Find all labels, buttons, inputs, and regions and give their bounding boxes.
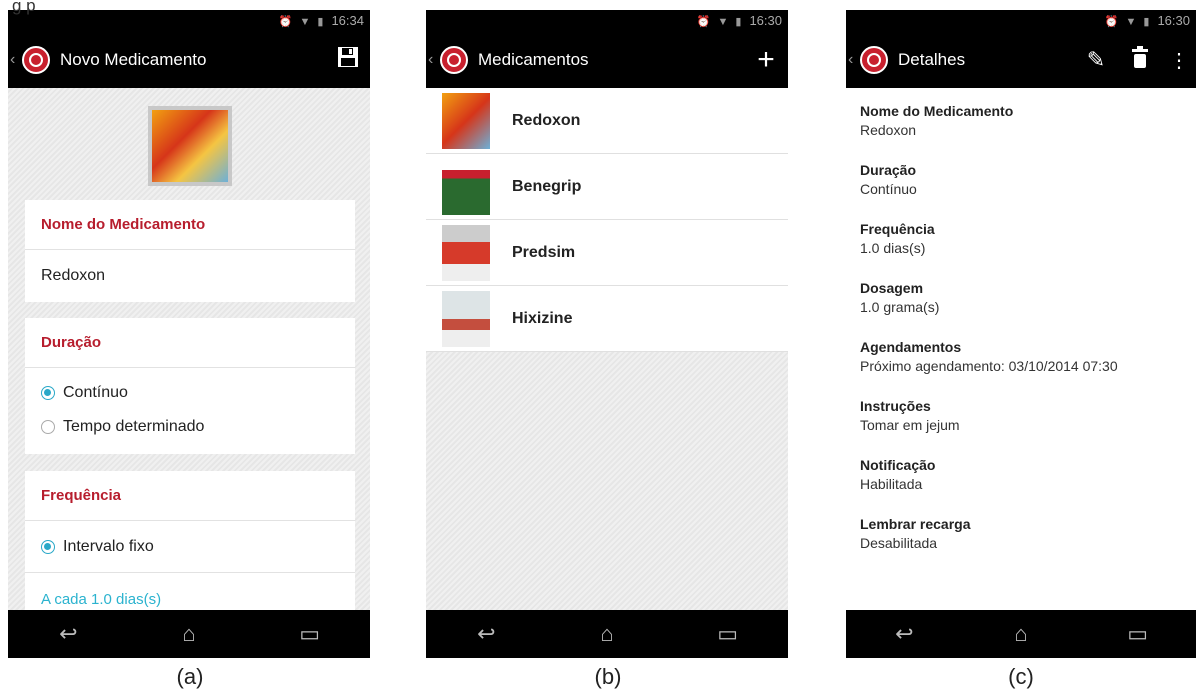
home-icon[interactable]: ⌂ bbox=[991, 621, 1051, 647]
recent-apps-icon[interactable]: ▭ bbox=[698, 621, 758, 647]
system-navbar: ↩ ⌂ ▭ bbox=[8, 610, 370, 658]
list-item-label: Hixizine bbox=[512, 309, 573, 327]
list-item-label: Redoxon bbox=[512, 111, 581, 129]
list-item-label: Benegrip bbox=[512, 177, 582, 195]
medication-thumbnail bbox=[442, 92, 490, 149]
detail-item: Lembrar recarga Desabilitada bbox=[860, 516, 971, 551]
app-logo-icon[interactable] bbox=[22, 46, 50, 74]
status-icons: ⏰ ▼ ▮ bbox=[1104, 16, 1152, 28]
status-time: 16:34 bbox=[331, 13, 364, 28]
back-chevron-icon[interactable]: ‹ bbox=[848, 51, 860, 69]
figure-caption-fragment: g p bbox=[12, 0, 36, 15]
form-content: Nome do Medicamento Redoxon Duração Cont… bbox=[8, 88, 370, 610]
save-icon[interactable] bbox=[326, 46, 370, 75]
duration-option-fixed[interactable]: Tempo determinado bbox=[25, 410, 355, 444]
status-bar: ⏰ ▼ ▮ 16:34 bbox=[8, 10, 370, 32]
panel-label-a: (a) bbox=[176, 664, 204, 689]
panel-label-b: (b) bbox=[594, 664, 622, 689]
action-bar: ‹ Detalhes ✎ ⋮ bbox=[846, 32, 1196, 88]
interval-link[interactable]: A cada 1.0 dias(s) bbox=[25, 573, 355, 610]
app-logo-icon[interactable] bbox=[440, 46, 468, 74]
status-icons: ⏰ ▼ ▮ bbox=[696, 16, 744, 28]
back-icon[interactable]: ↩ bbox=[456, 621, 516, 647]
detail-item: Dosagem 1.0 grama(s) bbox=[860, 280, 940, 315]
medication-thumbnail bbox=[442, 224, 490, 281]
back-icon[interactable]: ↩ bbox=[874, 621, 934, 647]
phone-screen-details: ⏰ ▼ ▮ 16:30 ‹ Detalhes ✎ ⋮ Nome do Medica… bbox=[846, 10, 1196, 658]
page-title: Detalhes bbox=[898, 50, 966, 69]
action-bar: ‹ Novo Medicamento bbox=[8, 32, 370, 88]
detail-item: Nome do Medicamento Redoxon bbox=[860, 103, 1014, 138]
duration-card: Duração Contínuo Tempo determinado bbox=[25, 318, 355, 454]
name-card: Nome do Medicamento Redoxon bbox=[25, 200, 355, 302]
page-title: Novo Medicamento bbox=[60, 50, 207, 69]
back-chevron-icon[interactable]: ‹ bbox=[10, 51, 22, 69]
frequency-header: Frequência bbox=[25, 471, 355, 521]
list-item[interactable]: Redoxon bbox=[426, 88, 788, 154]
list-item[interactable]: Predsim bbox=[426, 220, 788, 286]
system-navbar: ↩ ⌂ ▭ bbox=[846, 610, 1196, 658]
duration-option-continuous[interactable]: Contínuo bbox=[25, 376, 355, 410]
detail-item: Instruções Tomar em jejum bbox=[860, 398, 960, 433]
panel-label-c: (c) bbox=[1008, 664, 1034, 689]
details-list: Nome do Medicamento Redoxon Duração Cont… bbox=[860, 102, 1188, 574]
status-bar: ⏰ ▼ ▮ 16:30 bbox=[846, 10, 1196, 32]
status-time: 16:30 bbox=[1157, 13, 1190, 28]
radio-checked-icon[interactable] bbox=[41, 386, 55, 400]
medication-photo[interactable] bbox=[148, 106, 232, 186]
home-icon[interactable]: ⌂ bbox=[577, 621, 637, 647]
list-item[interactable]: Hixizine bbox=[426, 286, 788, 352]
overflow-menu-icon[interactable]: ⋮ bbox=[1162, 48, 1196, 73]
list-item-label: Predsim bbox=[512, 243, 576, 261]
frequency-card: Frequência Intervalo fixo A cada 1.0 dia… bbox=[25, 471, 355, 610]
home-icon[interactable]: ⌂ bbox=[159, 621, 219, 647]
trash-icon[interactable] bbox=[1118, 45, 1162, 75]
detail-item: Frequência 1.0 dias(s) bbox=[860, 221, 935, 256]
plus-icon[interactable]: + bbox=[744, 43, 788, 77]
back-icon[interactable]: ↩ bbox=[38, 621, 98, 647]
recent-apps-icon[interactable]: ▭ bbox=[1108, 621, 1168, 647]
duration-header: Duração bbox=[25, 318, 355, 368]
status-icons: ⏰ ▼ ▮ bbox=[278, 16, 326, 28]
name-field[interactable]: Redoxon bbox=[25, 250, 355, 302]
name-header: Nome do Medicamento bbox=[25, 200, 355, 250]
medication-thumbnail bbox=[442, 158, 490, 215]
phone-screen-medication-list: ⏰ ▼ ▮ 16:30 ‹ Medicamentos + Redoxon Bene… bbox=[426, 10, 788, 658]
phone-screen-new-medication: ⏰ ▼ ▮ 16:34 ‹ Novo Medicamento Nome do Me… bbox=[8, 10, 370, 658]
detail-item: Notificação Habilitada bbox=[860, 457, 936, 492]
radio-unchecked-icon[interactable] bbox=[41, 420, 55, 434]
list-content: Redoxon Benegrip Predsim Hixizine bbox=[426, 88, 788, 610]
frequency-option-fixed-interval[interactable]: Intervalo fixo bbox=[25, 521, 355, 573]
page-title: Medicamentos bbox=[478, 50, 589, 69]
back-chevron-icon[interactable]: ‹ bbox=[428, 51, 440, 69]
status-bar: ⏰ ▼ ▮ 16:30 bbox=[426, 10, 788, 32]
status-time: 16:30 bbox=[749, 13, 782, 28]
medication-list: Redoxon Benegrip Predsim Hixizine bbox=[426, 88, 788, 352]
medication-thumbnail bbox=[442, 290, 490, 347]
action-bar: ‹ Medicamentos + bbox=[426, 32, 788, 88]
recent-apps-icon[interactable]: ▭ bbox=[280, 621, 340, 647]
detail-item: Agendamentos Próximo agendamento: 03/10/… bbox=[860, 339, 1118, 374]
system-navbar: ↩ ⌂ ▭ bbox=[426, 610, 788, 658]
edit-pencil-icon[interactable]: ✎ bbox=[1074, 47, 1118, 73]
details-content: Nome do Medicamento Redoxon Duração Cont… bbox=[846, 88, 1196, 610]
list-item[interactable]: Benegrip bbox=[426, 154, 788, 220]
radio-checked-icon[interactable] bbox=[41, 539, 55, 554]
app-logo-icon[interactable] bbox=[860, 46, 888, 74]
detail-item: Duração Contínuo bbox=[860, 162, 917, 197]
